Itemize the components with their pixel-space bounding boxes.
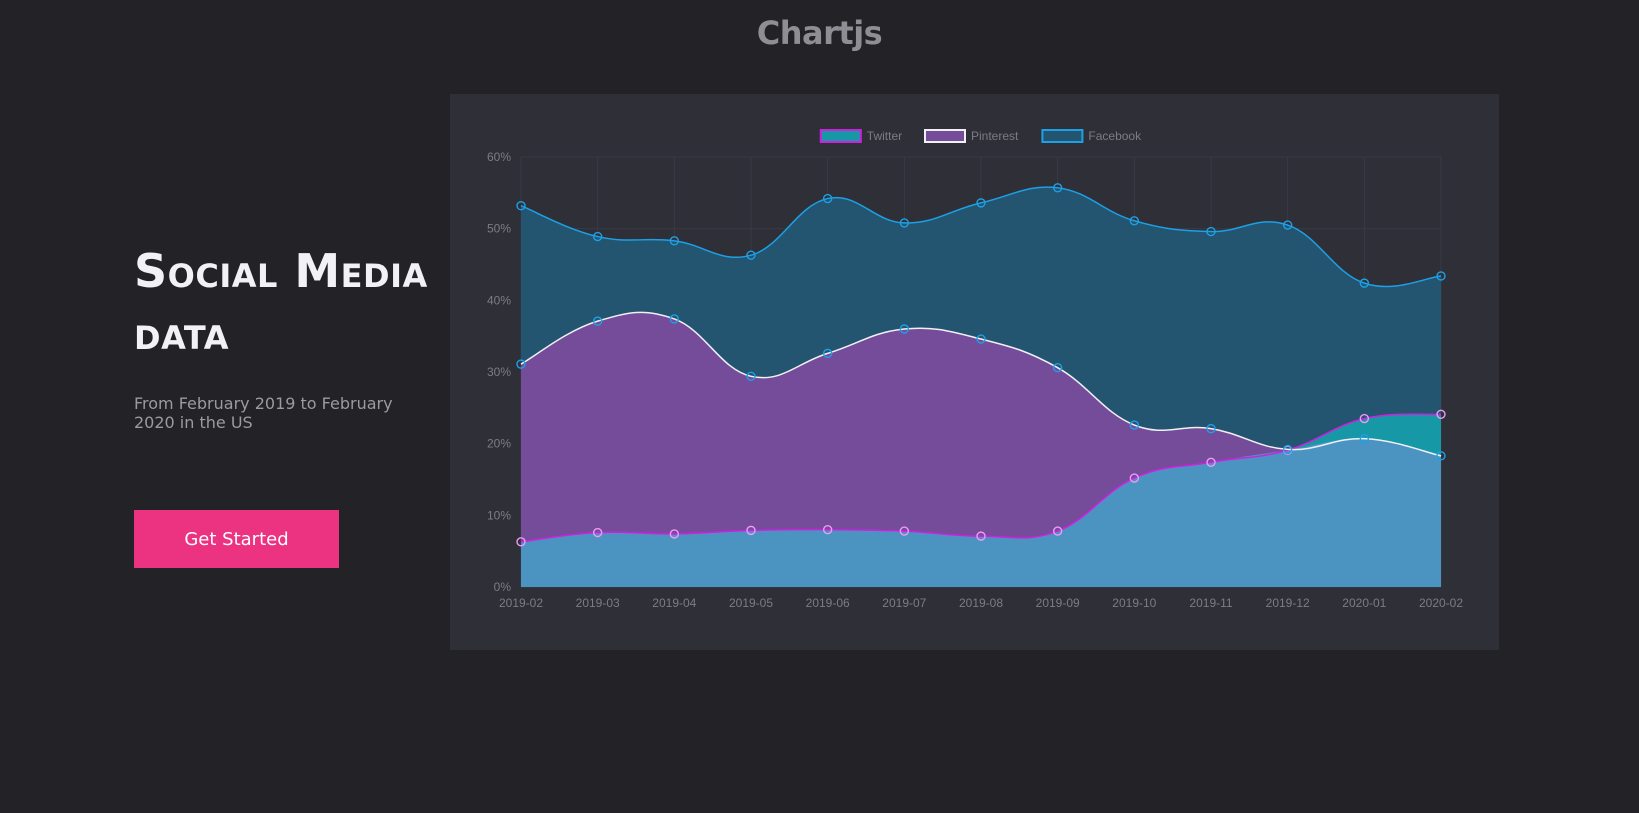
legend-swatch-twitter xyxy=(819,129,862,143)
y-tick-label: 50% xyxy=(487,222,511,236)
x-tick-label: 2019-02 xyxy=(499,596,543,610)
hero-title: Social Media data xyxy=(134,240,434,364)
legend-label-facebook: Facebook xyxy=(1088,129,1142,143)
x-tick-label: 2019-04 xyxy=(652,596,696,610)
hero-title-line-2: data xyxy=(134,306,229,360)
x-tick-label: 2019-07 xyxy=(882,596,926,610)
legend-swatch-pinterest xyxy=(924,129,966,143)
y-tick-label: 40% xyxy=(487,293,511,307)
x-tick-label: 2020-02 xyxy=(1419,596,1463,610)
social-media-chart: 0% 10% 20% 30% 40% 50% 60% 2019-02 2019-03 2019-0… xyxy=(487,129,1463,610)
legend-label-twitter: Twitter xyxy=(867,129,902,143)
y-tick-label: 0% xyxy=(494,580,512,594)
x-tick-label: 2019-05 xyxy=(729,596,773,610)
x-tick-label: 2019-08 xyxy=(959,596,1003,610)
x-tick-label: 2019-11 xyxy=(1189,596,1232,610)
hero-subtitle: From February 2019 to February 2020 in t… xyxy=(134,394,393,432)
x-tick-label: 2019-09 xyxy=(1036,596,1080,610)
chart-card: 0% 10% 20% 30% 40% 50% 60% 2019-02 2019-03 2019-0… xyxy=(450,94,1499,650)
hero-section: Social Media data From February 2019 to … xyxy=(134,240,434,432)
x-tick-label: 2019-10 xyxy=(1112,596,1156,610)
page-title: Chartjs xyxy=(756,14,883,52)
y-tick-label: 60% xyxy=(487,150,511,164)
legend-swatch-facebook xyxy=(1041,129,1084,143)
legend-label-pinterest: Pinterest xyxy=(971,129,1019,143)
hero-title-line-1: Social Media xyxy=(134,244,428,298)
x-tick-label: 2019-12 xyxy=(1266,596,1310,610)
y-tick-label: 30% xyxy=(487,365,511,379)
x-tick-label: 2019-06 xyxy=(806,596,850,610)
get-started-button[interactable]: Get Started xyxy=(134,510,339,568)
x-tick-label: 2019-03 xyxy=(576,596,620,610)
y-tick-label: 10% xyxy=(487,508,511,522)
y-tick-label: 20% xyxy=(487,437,511,451)
x-tick-label: 2020-01 xyxy=(1342,596,1386,610)
